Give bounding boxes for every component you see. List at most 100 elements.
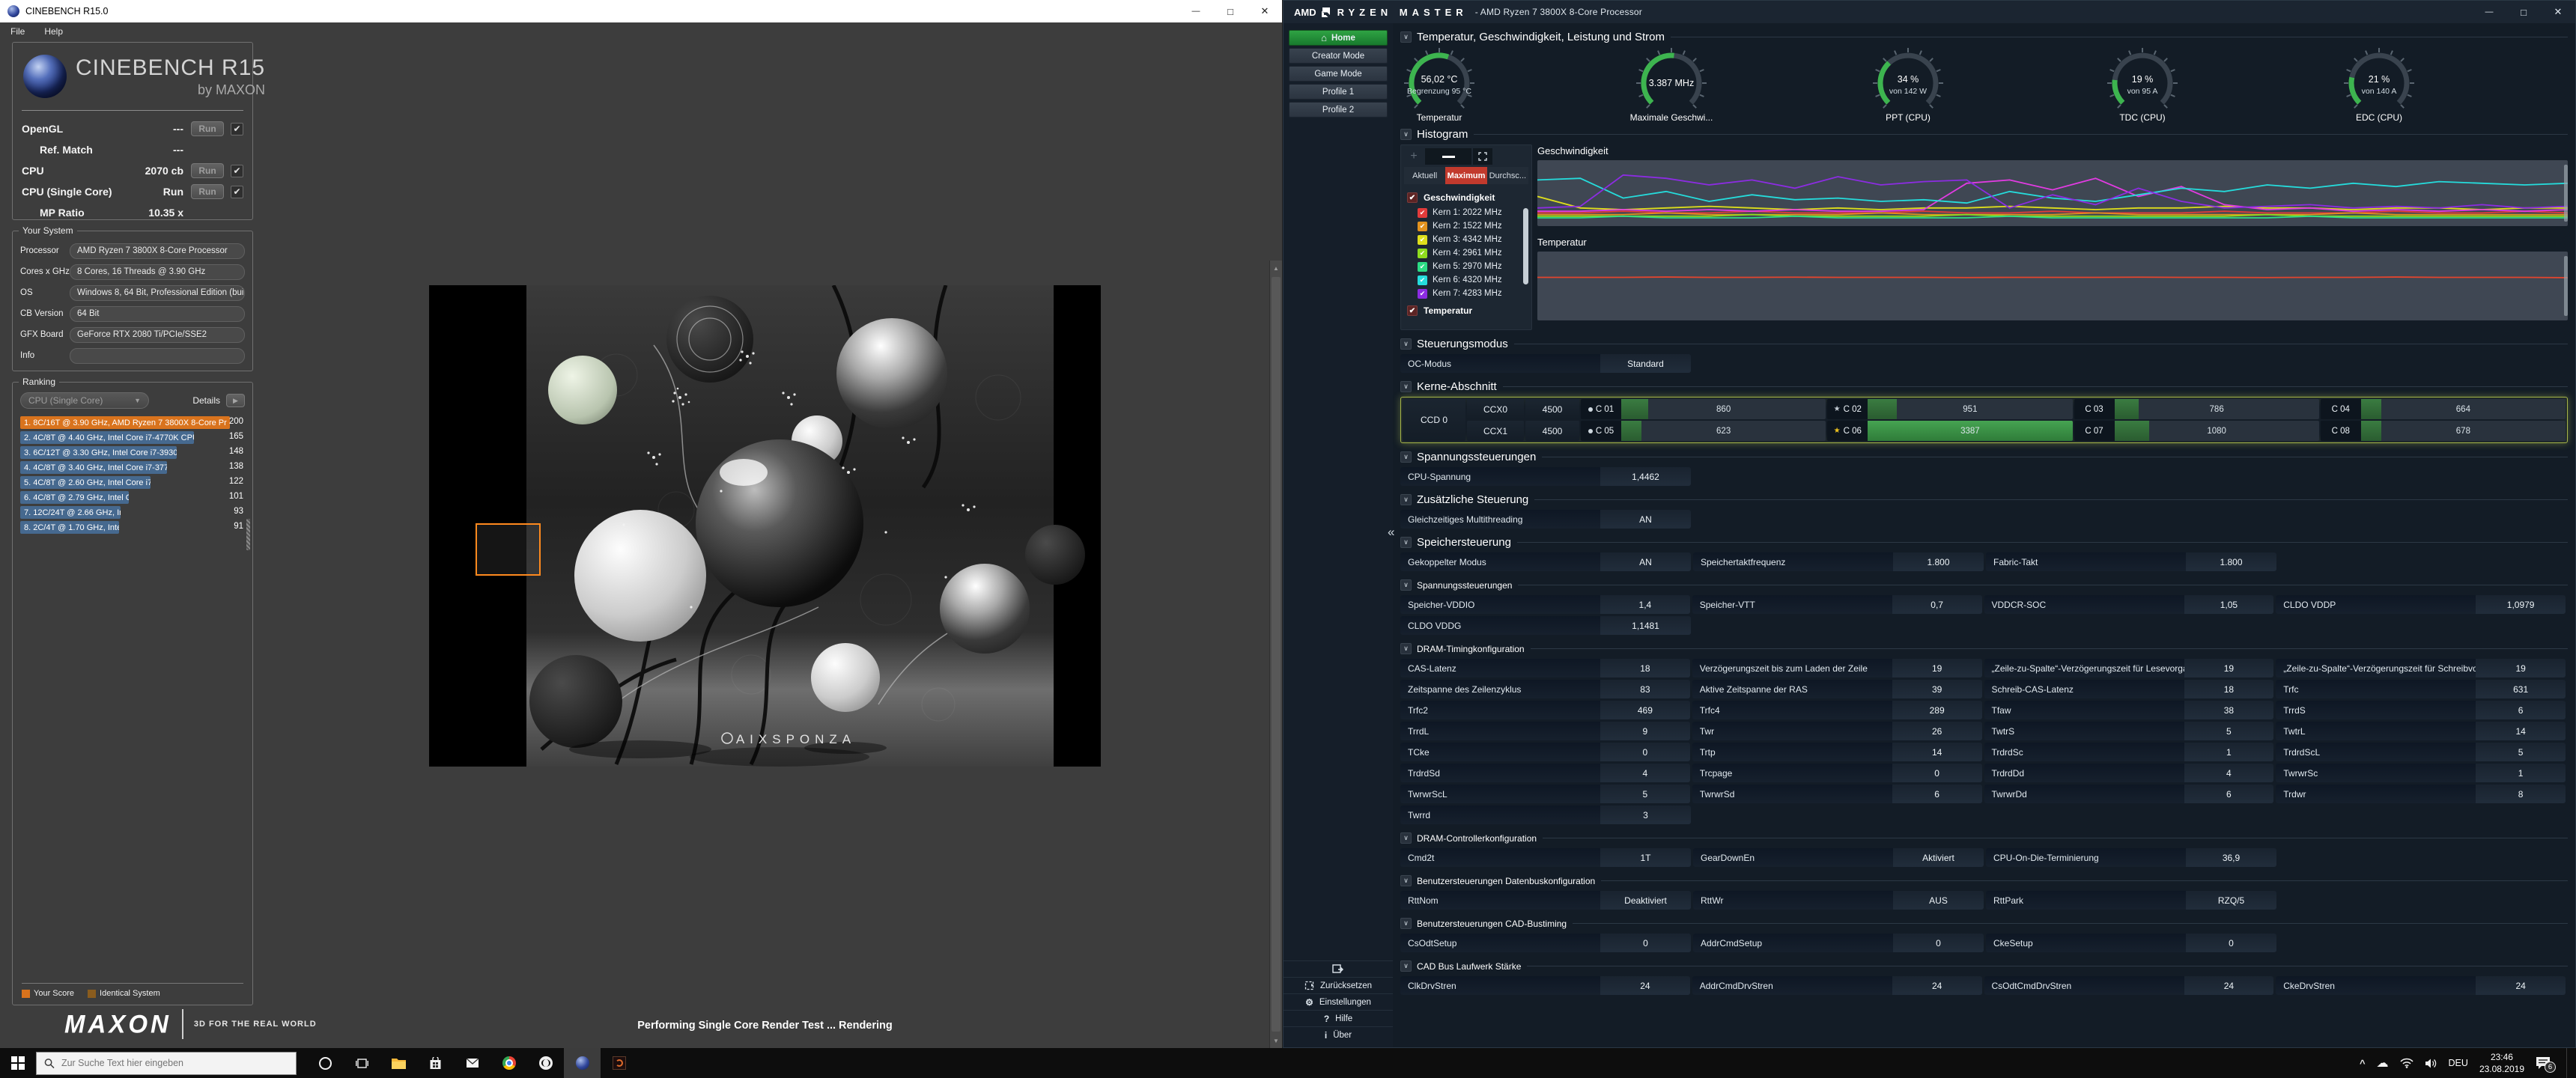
parameter-cell[interactable]: Tfaw38 — [1984, 701, 2274, 719]
parameter-cell[interactable]: Twrrd3 — [1400, 806, 1691, 824]
parameter-cell[interactable]: TCke0 — [1400, 743, 1690, 761]
parameter-cell[interactable]: GearDownEnAktiviert — [1693, 848, 1984, 867]
ryzen-titlebar[interactable]: AMD RYZEN MASTER - AMD Ryzen 7 3800X 8-C… — [1284, 1, 2575, 23]
section-header-monitor[interactable]: ∨ Temperatur, Geschwindigkeit, Leistung … — [1400, 31, 2568, 43]
parameter-cell[interactable]: CkeSetup0 — [1986, 934, 2276, 952]
maximize-icon[interactable]: □ — [1213, 0, 1248, 22]
tab-aktuell[interactable]: Aktuell — [1404, 167, 1445, 184]
ranking-row[interactable]: 1. 8C/16T @ 3.90 GHz, AMD Ryzen 7 3800X … — [20, 415, 245, 430]
checkbox-checked-icon[interactable]: ✔ — [1407, 305, 1418, 316]
parameter-cell[interactable]: Gekoppelter ModusAN — [1400, 552, 1691, 571]
parameter-cell[interactable]: Speichertaktfrequenz1.800 — [1693, 552, 1984, 571]
section-header-speichersteuerung[interactable]: ∨Speichersteuerung — [1400, 536, 2568, 549]
section-header-spannungssteuerungen[interactable]: ∨Spannungssteuerungen — [1400, 579, 2568, 591]
collapse-sidebar-icon[interactable]: « — [1388, 525, 1394, 540]
checkbox-checked-icon[interactable]: ✔ — [1418, 222, 1427, 231]
parameter-cell[interactable]: Trtp14 — [1692, 743, 1982, 761]
volume-icon[interactable] — [2425, 1058, 2437, 1069]
sidebar-item-einstellungen[interactable]: ⚙Einstellungen — [1284, 993, 1393, 1010]
parameter-cell[interactable]: CkeDrvStren24 — [2276, 976, 2566, 995]
ranking-row[interactable]: 5. 4C/8T @ 2.60 GHz, Intel Core i7-3720Q… — [20, 475, 245, 490]
parameter-cell[interactable]: AddrCmdSetup0 — [1693, 934, 1984, 952]
parameter-cell[interactable]: Trfc2469 — [1400, 701, 1690, 719]
chart-handle[interactable] — [2564, 165, 2568, 222]
parameter-cell[interactable]: TrrdS6 — [2276, 701, 2566, 719]
parameter-cell[interactable]: TrdrdScL5 — [2276, 743, 2566, 761]
parameter-cell[interactable]: AddrCmdDrvStren24 — [1692, 976, 1982, 995]
parameter-cell[interactable]: ClkDrvStren24 — [1400, 976, 1690, 995]
taskbar-chrome-button[interactable] — [490, 1048, 527, 1078]
legend-core-item[interactable]: ✔Kern 6: 4320 MHz — [1401, 273, 1531, 287]
legend-speed-group[interactable]: ✔ Geschwindigkeit — [1401, 187, 1531, 206]
sidebar-item-hilfe[interactable]: ?Hilfe — [1284, 1010, 1393, 1026]
parameter-cell[interactable]: Cmd2t1T — [1400, 848, 1691, 867]
menu-item-file[interactable]: File — [10, 26, 25, 37]
parameter-cell[interactable]: TrrdL9 — [1400, 722, 1690, 740]
add-icon[interactable]: + — [1404, 150, 1424, 163]
checkbox-checked-icon[interactable]: ✔ — [1418, 235, 1427, 245]
checkbox-checked-icon[interactable]: ✔ — [231, 123, 243, 135]
parameter-cell[interactable]: Aktive Zeitspanne der RAS39 — [1692, 680, 1982, 698]
parameter-cell[interactable]: VDDCR-SOC1,05 — [1984, 595, 2274, 614]
section-header-histogram[interactable]: ∨ Histogram — [1400, 128, 2568, 141]
scroll-down-icon[interactable]: ▼ — [1270, 1035, 1282, 1047]
core-c07[interactable]: C 071080 — [2074, 421, 2319, 441]
parameter-cell[interactable]: TwtrL14 — [2276, 722, 2566, 740]
taskbar-explorer-button[interactable] — [380, 1048, 417, 1078]
legend-core-item[interactable]: ✔Kern 7: 4283 MHz — [1401, 287, 1531, 300]
ranking-row[interactable]: 8. 2C/4T @ 1.70 GHz, Intel Core i5-3317U… — [20, 520, 245, 535]
parameter-cell[interactable]: RttNomDeaktiviert — [1400, 891, 1691, 910]
checkbox-checked-icon[interactable]: ✔ — [1407, 192, 1418, 203]
chevron-down-icon[interactable]: ∨ — [1400, 381, 1412, 392]
parameter-cell[interactable]: TwrwrSd6 — [1692, 785, 1982, 803]
checkbox-checked-icon[interactable]: ✔ — [1418, 289, 1427, 299]
parameter-cell[interactable]: CLDO VDDP1,0979 — [2276, 595, 2566, 614]
legend-core-item[interactable]: ✔Kern 1: 2022 MHz — [1401, 206, 1531, 219]
chevron-down-icon[interactable]: ∨ — [1400, 960, 1412, 972]
core-c04[interactable]: C 04664 — [2321, 399, 2566, 419]
taskbar-cortana-button[interactable] — [307, 1048, 344, 1078]
menu-item-help[interactable]: Help — [44, 26, 63, 37]
parameter-cell[interactable]: Zeitspanne des Zeilenzyklus83 — [1400, 680, 1690, 698]
clock[interactable]: 23:46 23.08.2019 — [2479, 1051, 2524, 1075]
chevron-down-icon[interactable]: ∨ — [1400, 537, 1412, 548]
parameter-cell[interactable]: TrdrdSc1 — [1984, 743, 2274, 761]
parameter-cell[interactable]: Trfc631 — [2276, 680, 2566, 698]
checkbox-checked-icon[interactable]: ✔ — [1418, 249, 1427, 258]
taskbar-cinebench-button[interactable] — [564, 1048, 601, 1078]
maximize-icon[interactable]: □ — [2506, 1, 2541, 23]
chevron-down-icon[interactable]: ∨ — [1400, 338, 1412, 350]
section-header-zus-tzliche-steuerung[interactable]: ∨Zusätzliche Steuerung — [1400, 493, 2568, 506]
parameter-cell[interactable]: Gleichzeitiges MultithreadingAN — [1400, 510, 1691, 529]
chevron-down-icon[interactable]: ∨ — [1400, 875, 1412, 886]
section-header-spannungssteuerungen[interactable]: ∨Spannungssteuerungen — [1400, 451, 2568, 463]
show-desktop-button[interactable] — [2566, 1048, 2572, 1078]
checkbox-checked-icon[interactable]: ✔ — [1418, 262, 1427, 272]
sidebar-item-ber[interactable]: iÜber — [1284, 1026, 1393, 1043]
notification-center-button[interactable]: 6 — [2536, 1056, 2551, 1070]
ranking-row[interactable]: 4. 4C/8T @ 3.40 GHz, Intel Core i7-3770 … — [20, 460, 245, 475]
expand-icon[interactable] — [1473, 148, 1492, 165]
core-c06[interactable]: ★C 063387 — [1827, 421, 2072, 441]
checkbox-checked-icon[interactable]: ✔ — [231, 165, 243, 177]
parameter-cell[interactable]: CPU-Spannung1,4462 — [1400, 467, 1691, 486]
parameter-cell[interactable]: CAS-Latenz18 — [1400, 659, 1690, 677]
onedrive-icon[interactable]: ☁ — [2377, 1056, 2389, 1071]
close-icon[interactable]: ✕ — [2541, 1, 2575, 23]
run-button[interactable]: Run — [191, 163, 224, 178]
legend-core-item[interactable]: ✔Kern 3: 4342 MHz — [1401, 233, 1531, 246]
core-c05[interactable]: C 05623 — [1581, 421, 1826, 441]
section-header-dram-controllerkonfiguration[interactable]: ∨DRAM-Controllerkonfiguration — [1400, 832, 2568, 844]
ranking-row[interactable]: 7. 12C/24T @ 2.66 GHz, Intel Xeon CPU X5… — [20, 505, 245, 520]
chevron-down-icon[interactable]: ∨ — [1400, 643, 1412, 654]
core-c03[interactable]: C 03786 — [2074, 399, 2319, 419]
start-button[interactable] — [0, 1048, 36, 1078]
legend-temp-group[interactable]: ✔ Temperatur — [1401, 300, 1531, 319]
legend-core-item[interactable]: ✔Kern 5: 2970 MHz — [1401, 260, 1531, 273]
sidebar-item-creator-mode[interactable]: Creator Mode — [1289, 48, 1388, 64]
parameter-cell[interactable]: Fabric-Takt1.800 — [1986, 552, 2276, 571]
taskbar-xbox-button[interactable] — [527, 1048, 564, 1078]
taskbar-mail-button[interactable] — [454, 1048, 490, 1078]
sidebar-item-profile-1[interactable]: Profile 1 — [1289, 84, 1388, 100]
parameter-cell[interactable]: TrdrdSd4 — [1400, 764, 1690, 782]
